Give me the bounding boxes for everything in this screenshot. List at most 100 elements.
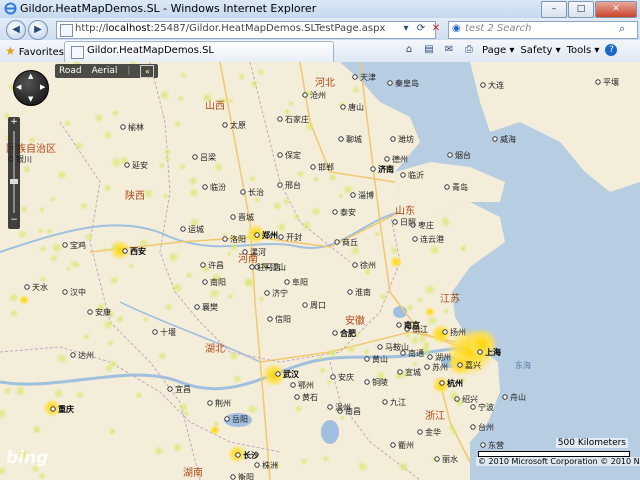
heat-dot [102,318,114,331]
heat-dot [327,348,338,359]
maximize-button[interactable]: □ [568,1,594,18]
city-dot [480,442,486,448]
heatmap-map-canvas[interactable]: 山西 河北 陕西 河南 山东 江苏 安徽 湖北 浙江 湖南 回族自治区 天津 平… [0,62,640,480]
city-dot [595,79,601,85]
heat-dot [158,161,166,170]
heat-dot [301,220,312,231]
city-dot [377,344,383,350]
heat-dot [272,201,283,212]
tools-menu[interactable]: Tools ▾ [567,45,600,56]
mail-icon[interactable]: ✉ [442,44,456,56]
heat-dot [79,201,89,211]
map-mode-road[interactable]: Road [59,66,82,76]
city-label: 镇江 [412,325,428,334]
city-dot [427,354,433,360]
heat-dot [110,156,123,169]
city-label: 潍坊 [398,135,414,144]
home-icon[interactable]: ⌂ [402,44,416,56]
city-label: 湖州 [435,353,451,362]
heat-dot [163,154,172,163]
heat-dot [38,244,48,254]
heat-dot [427,315,438,327]
url-path: :25487/Gildor.HeatMapDemos.SLTestPage.as… [150,23,386,34]
heat-dot [227,293,234,300]
city-label: 衡阳 [238,473,254,480]
zoom-out-button[interactable]: − [8,215,20,225]
heat-dot [248,174,257,183]
heat-dot [38,206,46,213]
city-label: 大连 [488,81,504,90]
city-label: 平壤 [603,78,619,87]
city-dot [294,394,300,400]
heat-dot [327,172,338,183]
city-label: 丽水 [442,455,458,464]
heat-dot [244,276,257,289]
zoom-slider[interactable]: + − [8,117,20,229]
refresh-icon[interactable]: ⟳ [413,21,429,37]
safety-menu[interactable]: Safety ▾ [520,45,560,56]
map-pan-compass[interactable]: ▲ ▼ ◀ ▶ [13,70,49,106]
heat-dot [397,461,410,473]
city-label: 聊城 [346,135,362,144]
heat-dot [213,420,220,428]
province-label-shandong: 山东 [395,206,415,217]
heat-dot [423,283,436,296]
heat-dot [363,348,371,356]
map-mode-aerial[interactable]: Aerial [92,66,118,76]
pan-left-icon[interactable]: ◀ [16,83,21,91]
heat-dot [389,246,399,255]
feeds-icon[interactable]: ▤ [422,44,436,56]
province-label-hebei: 河北 [315,78,335,89]
city-label: 宣城 [405,368,421,377]
favorites-button[interactable]: ★ Favorites [5,44,64,58]
city-dot [338,136,344,142]
heat-dot [167,251,180,264]
city-label: 临汾 [210,183,226,192]
zoom-in-button[interactable]: + [8,117,20,127]
address-url: http://localhost:25487/Gildor.HeatMapDem… [75,23,385,34]
city-label: 铜陵 [372,378,388,387]
page-menu[interactable]: Page ▾ [482,45,514,56]
city-dot [400,172,406,178]
city-label: 汉中 [70,288,86,297]
collapse-nav-button[interactable]: « [140,64,155,78]
heat-dot [282,197,291,206]
zoom-thumb[interactable] [10,179,18,184]
city-dot [412,236,418,242]
window-titlebar: Gildor.HeatMapDemos.SL - Windows Interne… [0,0,640,19]
city-label: 徐州 [360,261,376,270]
heat-dot [37,227,44,234]
print-icon[interactable]: ⎙ [462,44,476,56]
city-label: 宁波 [478,403,494,412]
forward-button[interactable]: ▶ [28,20,48,40]
city-dot [62,242,68,248]
heat-dot [310,206,321,217]
heat-dot [173,120,182,129]
city-dot [122,248,128,254]
close-button[interactable]: ✕ [595,1,637,18]
stop-icon[interactable]: ✕ [428,21,444,37]
address-input[interactable]: http://localhost:25487/Gildor.HeatMapDem… [56,21,436,39]
pan-up-icon[interactable]: ▲ [28,72,33,80]
heat-dot [135,391,143,400]
minimize-button[interactable]: – [541,1,567,18]
tab-heatmap-demo[interactable]: Gildor.HeatMapDemos.SL [64,41,334,62]
pan-right-icon[interactable]: ▶ [40,83,45,91]
city-dot [434,456,440,462]
city-dot [277,116,283,122]
pan-down-icon[interactable]: ▼ [28,95,33,103]
search-input[interactable]: ◉ test 2 Search ⌕ [448,21,638,39]
city-dot [390,136,396,142]
help-icon[interactable]: ? [605,44,618,56]
heat-dot [312,175,320,183]
city-dot [50,406,56,412]
tab-page-icon [71,46,84,59]
city-dot [397,369,403,375]
city-label: 株洲 [262,461,278,470]
city-label: 十堰 [160,328,176,337]
search-icon[interactable]: ⌕ [619,22,625,36]
back-button[interactable]: ◀ [6,20,26,40]
heat-dot [416,296,424,303]
zoom-track[interactable] [13,131,15,213]
compatibility-view-icon[interactable]: ▾ [398,21,414,37]
